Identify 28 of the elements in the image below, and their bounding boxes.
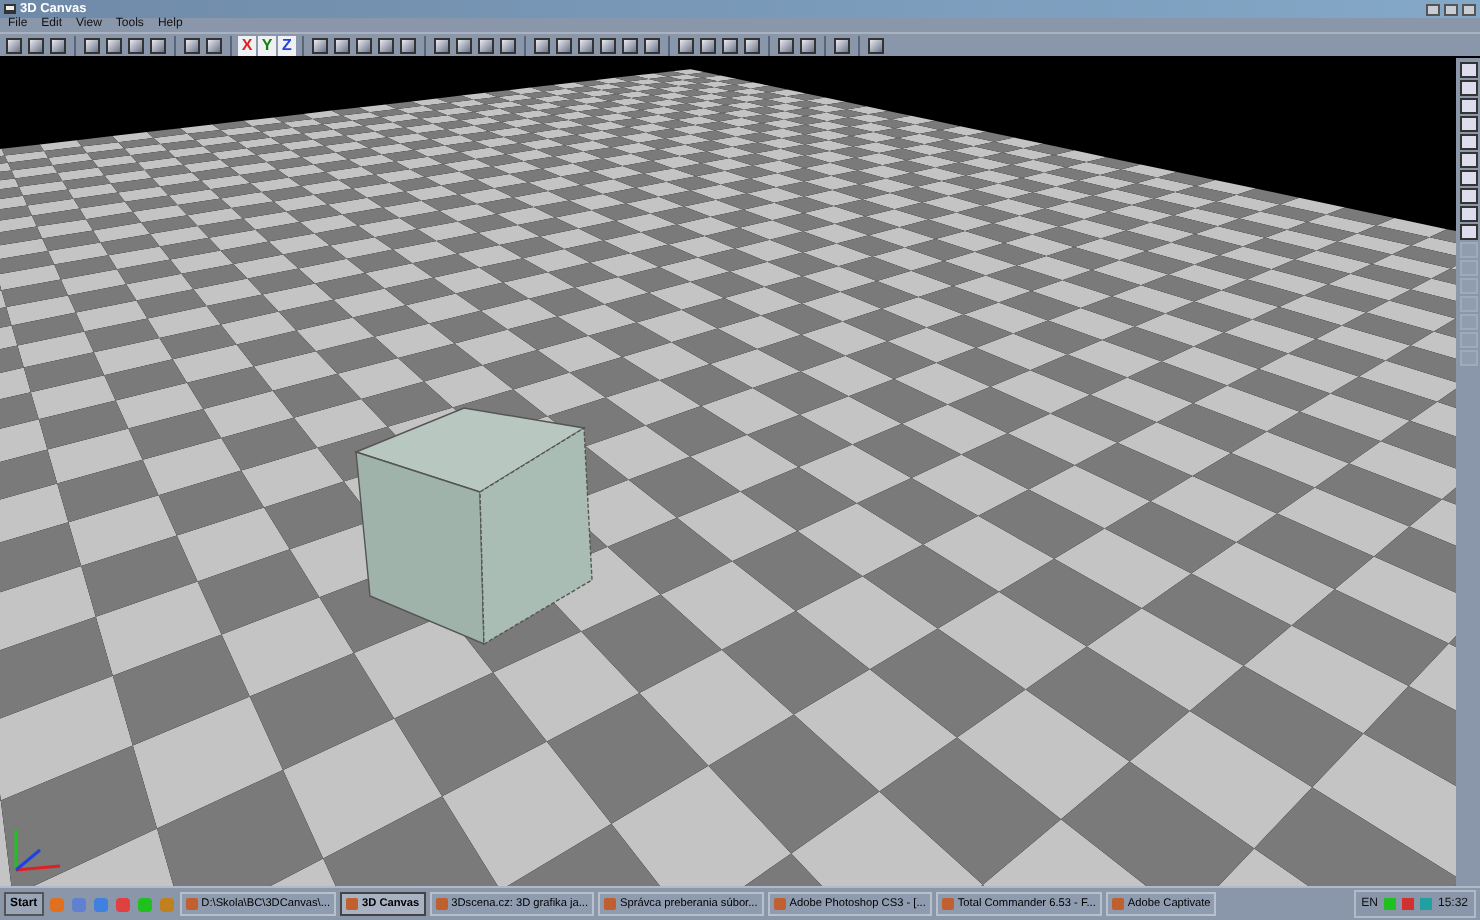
minimize-button[interactable] — [1426, 3, 1440, 15]
axis-toggle[interactable]: X — [238, 35, 256, 55]
tool-icon[interactable] — [834, 37, 850, 53]
restore-button[interactable] — [1444, 3, 1458, 15]
side-tool-icon[interactable] — [1459, 98, 1477, 114]
side-tool-icon[interactable] — [1459, 152, 1477, 168]
app-icon — [346, 898, 359, 910]
axis-toggle[interactable]: Z — [278, 35, 296, 55]
axis-gizmo — [14, 830, 61, 872]
side-tool-icon[interactable] — [1459, 62, 1477, 78]
side-tool-icon[interactable] — [1459, 224, 1477, 240]
side-tool-icon[interactable] — [1459, 206, 1477, 222]
app-icon — [773, 898, 786, 910]
side-tool-icon[interactable] — [1459, 134, 1477, 150]
axis-toggle[interactable]: Y — [258, 35, 276, 55]
close-button[interactable] — [1462, 3, 1476, 15]
app-icon — [1111, 898, 1124, 910]
side-tool-icon[interactable] — [1459, 170, 1477, 186]
app-icon — [941, 898, 954, 910]
app-icon — [435, 898, 448, 910]
tool-icon[interactable] — [868, 37, 884, 53]
side-tool-icon[interactable] — [1459, 188, 1477, 204]
side-tool-icon[interactable] — [1459, 80, 1477, 96]
app-icon — [604, 898, 617, 910]
app-icon — [185, 898, 198, 910]
side-tool-icon[interactable] — [1459, 116, 1477, 132]
app-icon — [4, 2, 16, 16]
cube[interactable] — [353, 407, 593, 646]
